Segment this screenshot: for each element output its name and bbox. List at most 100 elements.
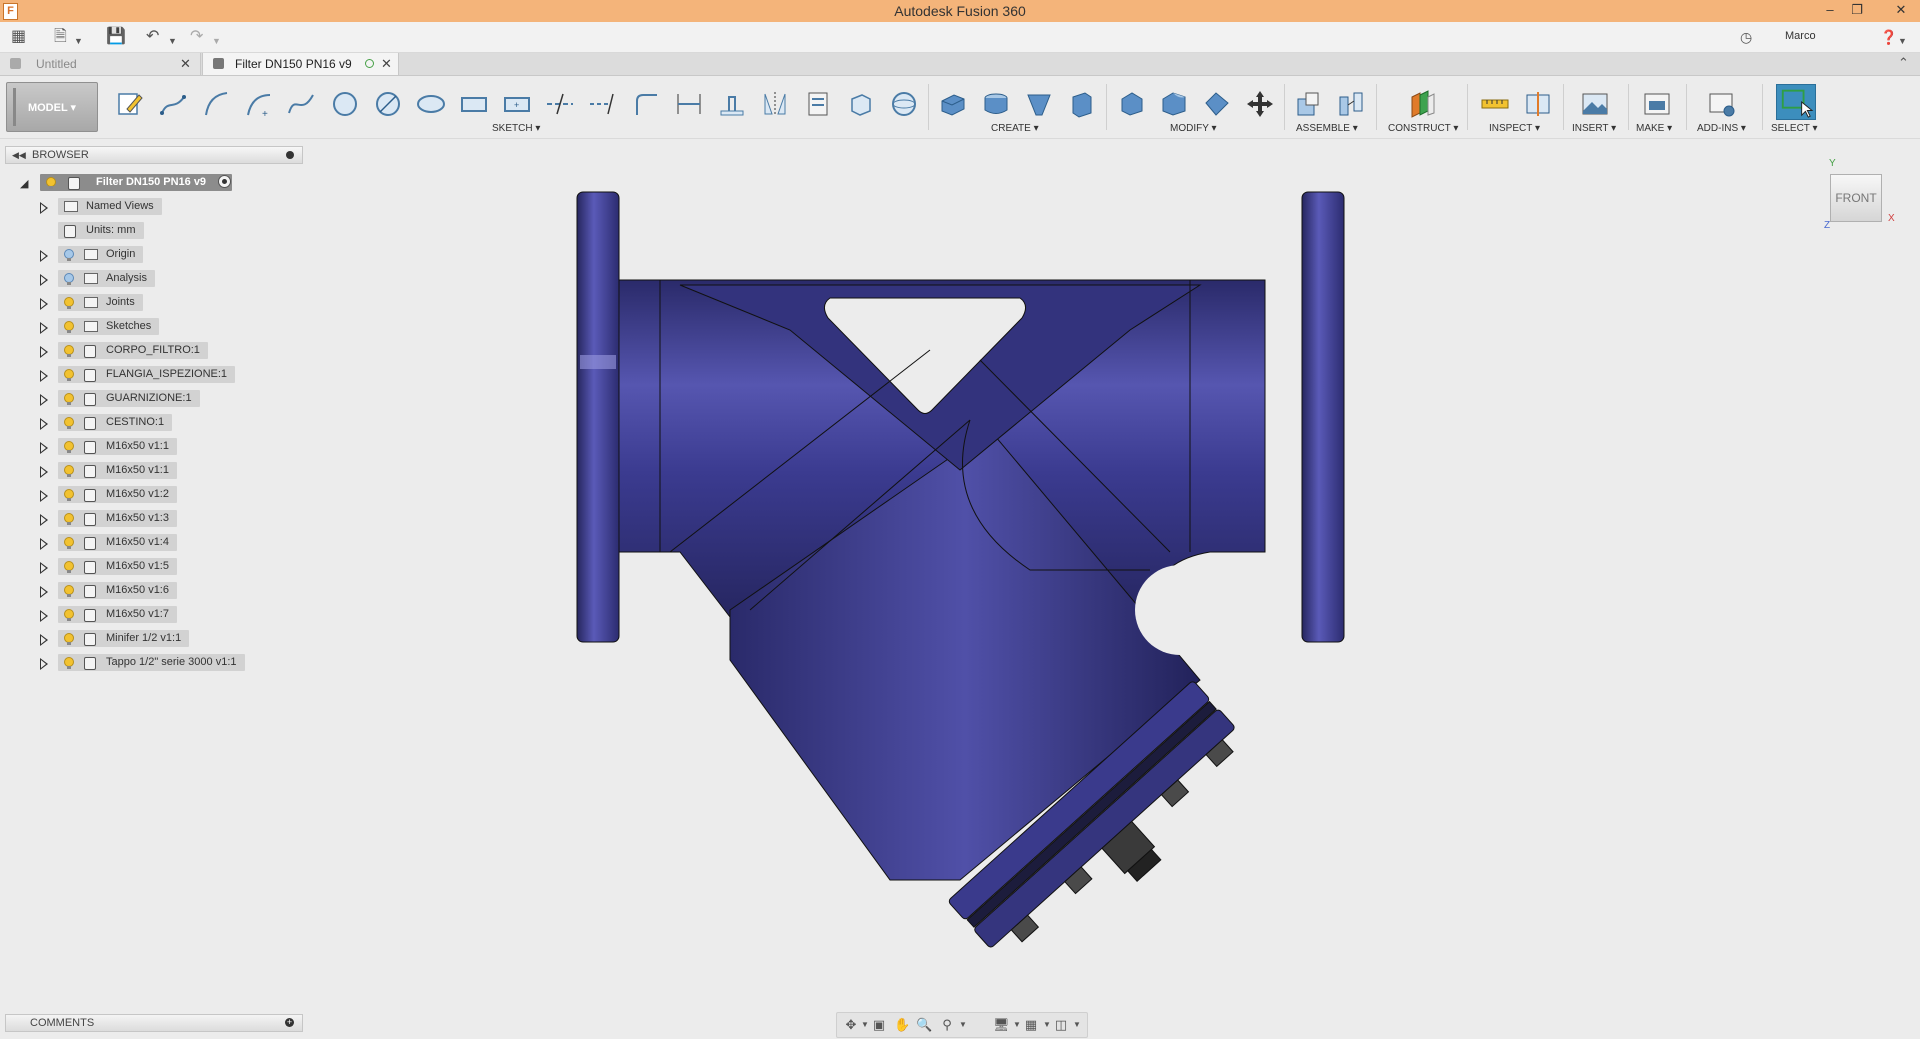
add-comment-icon[interactable]: + [285, 1018, 294, 1027]
browser-item[interactable]: M16x50 v1:5 [36, 557, 306, 577]
browser-item[interactable]: M16x50 v1:2 [36, 485, 306, 505]
tab-untitled[interactable]: Untitled ✕ [0, 53, 201, 75]
tab-filter-dn150[interactable]: Filter DN150 PN16 v9 ✕ [202, 53, 399, 75]
browser-item[interactable]: GUARNIZIONE:1 [36, 389, 306, 409]
browser-item[interactable]: Origin [36, 245, 306, 265]
visibility-bulb-icon[interactable] [64, 609, 74, 621]
pan-hand-icon[interactable]: ✋ [894, 1017, 910, 1033]
section-analysis-icon[interactable] [1523, 89, 1553, 119]
inspect-menu[interactable]: INSPECT ▾ [1489, 123, 1540, 134]
browser-item-box[interactable]: M16x50 v1:3 [58, 510, 177, 527]
insert-menu[interactable]: INSERT ▾ [1572, 123, 1616, 134]
insert-image-icon[interactable] [1580, 89, 1610, 119]
expand-chevron-icon[interactable] [40, 322, 48, 334]
sketch-menu[interactable]: SKETCH ▾ [492, 123, 540, 134]
activate-component-radio[interactable] [218, 175, 231, 188]
mirror-sketch-icon[interactable] [760, 89, 790, 119]
close-tab-icon[interactable]: ✕ [381, 53, 392, 75]
box-icon[interactable] [1067, 89, 1097, 119]
viewcube[interactable]: FRONT [1830, 174, 1882, 222]
make-menu[interactable]: MAKE ▾ [1636, 123, 1672, 134]
file-dropdown-chevron-icon[interactable]: ▼ [74, 32, 83, 50]
browser-item-box[interactable]: M16x50 v1:6 [58, 582, 177, 599]
visibility-bulb-icon[interactable] [64, 321, 74, 333]
arc-icon[interactable] [201, 89, 231, 119]
modify-menu[interactable]: MODIFY ▾ [1170, 123, 1217, 134]
expand-chevron-icon[interactable] [40, 370, 48, 382]
3d-print-icon[interactable] [1642, 89, 1672, 119]
data-panel-grid-icon[interactable]: ▦ [11, 28, 26, 46]
chamfer-icon[interactable] [1202, 89, 1232, 119]
browser-item[interactable]: Joints [36, 293, 306, 313]
browser-item[interactable]: M16x50 v1:3 [36, 509, 306, 529]
new-component-icon[interactable] [1293, 89, 1323, 119]
browser-item[interactable]: CORPO_FILTRO:1 [36, 341, 306, 361]
visibility-bulb-icon[interactable] [64, 465, 74, 477]
fusion-app-icon[interactable]: F [3, 3, 18, 20]
collapse-root-chevron-icon[interactable]: ◢ [20, 177, 28, 190]
browser-item[interactable]: M16x50 v1:1 [36, 437, 306, 457]
help-icon[interactable]: ❓ [1880, 28, 1897, 46]
display-settings-icon[interactable]: 🖥 [993, 1017, 1010, 1033]
select-menu[interactable]: SELECT ▾ [1771, 123, 1818, 134]
expand-chevron-icon[interactable] [40, 466, 48, 478]
browser-item-box[interactable]: CORPO_FILTRO:1 [58, 342, 208, 359]
job-status-clock-icon[interactable]: ◷ [1740, 28, 1752, 46]
extrude-icon[interactable] [938, 89, 968, 119]
trim-icon[interactable] [545, 89, 575, 119]
browser-item[interactable]: Units: mm [36, 221, 306, 241]
visibility-bulb-icon[interactable] [64, 537, 74, 549]
help-dropdown-chevron-icon[interactable]: ▼ [1898, 32, 1907, 50]
grid-settings-icon[interactable]: ▦ [1023, 1017, 1039, 1033]
browser-item-box[interactable]: Analysis [58, 270, 155, 287]
create-sketch-icon[interactable] [115, 89, 145, 119]
browser-item[interactable]: M16x50 v1:1 [36, 461, 306, 481]
browser-item-box[interactable]: Joints [58, 294, 143, 311]
expand-chevron-icon[interactable] [40, 634, 48, 646]
addins-menu[interactable]: ADD-INS ▾ [1697, 123, 1746, 134]
browser-item[interactable]: M16x50 v1:4 [36, 533, 306, 553]
center-rectangle-icon[interactable]: + [502, 89, 532, 119]
browser-item-box[interactable]: M16x50 v1:1 [58, 438, 177, 455]
three-point-arc-icon[interactable]: + [244, 89, 274, 120]
browser-item[interactable]: Minifer 1/2 v1:1 [36, 629, 306, 649]
fillet-sketch-icon[interactable] [631, 89, 661, 119]
revolve-icon[interactable] [981, 89, 1011, 119]
minimize-button[interactable]: – [1818, 0, 1842, 22]
browser-item-box[interactable]: M16x50 v1:7 [58, 606, 177, 623]
browser-header[interactable]: ◀◀ BROWSER [5, 146, 303, 164]
comments-panel[interactable]: COMMENTS + [5, 1014, 303, 1032]
expand-chevron-icon[interactable] [40, 250, 48, 262]
viewports-icon[interactable]: ◫ [1053, 1017, 1069, 1033]
root-node-box[interactable]: Filter DN150 PN16 v9 [40, 174, 232, 191]
browser-item-box[interactable]: M16x50 v1:5 [58, 558, 177, 575]
browser-item[interactable]: Tappo 1/2" serie 3000 v1:1 [36, 653, 306, 673]
sketch-dimension-icon[interactable] [674, 89, 704, 119]
visibility-bulb-icon[interactable] [64, 441, 74, 453]
circle-diameter-icon[interactable] [373, 89, 403, 119]
undo-dropdown-chevron-icon[interactable]: ▼ [168, 32, 177, 50]
joint-icon[interactable] [1336, 89, 1366, 119]
save-icon[interactable]: 💾 [106, 28, 126, 46]
browser-item-box[interactable]: Tappo 1/2" serie 3000 v1:1 [58, 654, 245, 671]
rectangle-icon[interactable] [459, 89, 489, 119]
select-button[interactable] [1776, 84, 1816, 120]
browser-item-box[interactable]: Minifer 1/2 v1:1 [58, 630, 189, 647]
visibility-bulb-icon[interactable] [64, 489, 74, 501]
offset-icon[interactable] [803, 89, 833, 119]
zoom-icon[interactable]: 🔍 [916, 1017, 932, 1033]
visibility-bulb-icon[interactable] [64, 417, 74, 429]
browser-item-box[interactable]: Origin [58, 246, 143, 263]
user-account[interactable]: Marco [1785, 30, 1816, 42]
browser-item[interactable]: FLANGIA_ISPEZIONE:1 [36, 365, 306, 385]
visibility-bulb-icon[interactable] [46, 177, 56, 189]
collapse-ribbon-chevron-icon[interactable]: ⌃ [1898, 55, 1909, 71]
expand-chevron-icon[interactable] [40, 562, 48, 574]
browser-item-box[interactable]: M16x50 v1:4 [58, 534, 177, 551]
expand-chevron-icon[interactable] [40, 538, 48, 550]
move-icon[interactable] [1245, 89, 1275, 119]
expand-chevron-icon[interactable] [40, 274, 48, 286]
browser-item[interactable]: Named Views [36, 197, 306, 217]
visibility-bulb-icon[interactable] [64, 561, 74, 573]
visibility-bulb-icon[interactable] [64, 297, 74, 309]
